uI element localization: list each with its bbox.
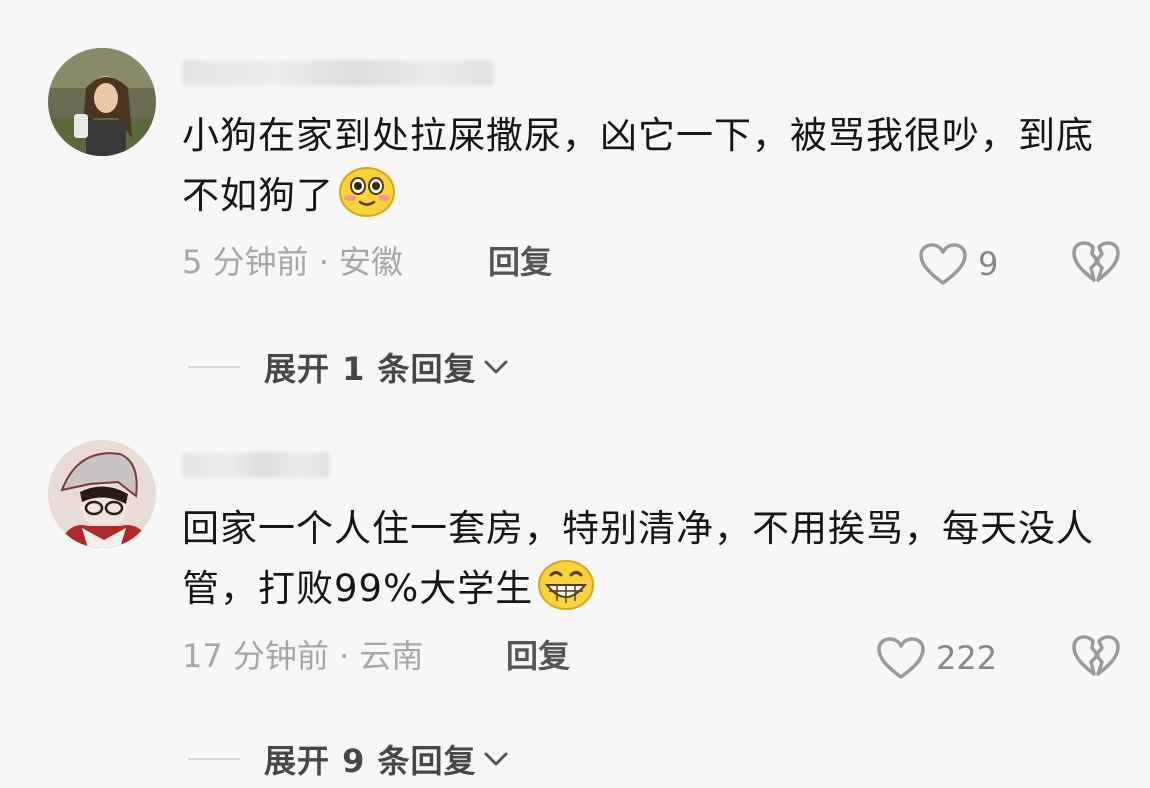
- broken-heart-icon: [1072, 635, 1120, 676]
- chevron-down-icon: [484, 752, 508, 766]
- comment-item: 小狗在家到处拉屎撒尿，凶它一下，被骂我很吵，到底不如狗了 5 分钟前 · 安徽 …: [0, 0, 1150, 400]
- expand-replies-button[interactable]: 展开 1 条回复: [188, 344, 509, 390]
- reply-button[interactable]: 回复: [506, 636, 570, 676]
- comment-item: 回家一个人住一套房，特别清净，不用挨骂，每天没人管，打败99%大学生 17 分钟…: [0, 400, 1150, 788]
- timestamp-location: 5 分钟前 · 安徽: [182, 243, 404, 281]
- divider: [188, 366, 240, 368]
- avatar[interactable]: [48, 48, 156, 156]
- like-count: 222: [936, 639, 998, 677]
- grinning-teeth-emoji: [537, 559, 595, 629]
- expand-replies-label: 展开 1 条回复: [264, 350, 477, 388]
- divider: [188, 758, 240, 760]
- like-button[interactable]: 222: [876, 636, 997, 680]
- like-count: 9: [978, 245, 999, 283]
- dislike-button[interactable]: [1072, 240, 1120, 288]
- heart-icon: [919, 243, 967, 285]
- dislike-button[interactable]: [1072, 634, 1120, 682]
- reply-button[interactable]: 回复: [488, 242, 552, 282]
- like-button[interactable]: 9: [918, 242, 998, 286]
- broken-heart-icon: [1072, 241, 1120, 282]
- username-blurred[interactable]: [182, 452, 330, 478]
- comment-text: 回家一个人住一套房，特别清净，不用挨骂，每天没人管，打败99%大学生: [182, 499, 1112, 629]
- comment-text-content: 回家一个人住一套房，特别清净，不用挨骂，每天没人管，打败99%大学生: [182, 507, 1094, 610]
- username-blurred[interactable]: [182, 60, 494, 86]
- chevron-down-icon: [484, 360, 508, 374]
- heart-icon: [877, 637, 925, 679]
- comment-text: 小狗在家到处拉屎撒尿，凶它一下，被骂我很吵，到底不如狗了: [182, 106, 1112, 236]
- timestamp-location: 17 分钟前 · 云南: [182, 637, 424, 675]
- avatar[interactable]: [48, 440, 156, 548]
- blushing-smile-emoji: [338, 166, 396, 236]
- comment-text-content: 小狗在家到处拉屎撒尿，凶它一下，被骂我很吵，到底不如狗了: [182, 114, 1094, 217]
- expand-replies-button[interactable]: 展开 9 条回复: [188, 736, 509, 782]
- expand-replies-label: 展开 9 条回复: [264, 742, 477, 780]
